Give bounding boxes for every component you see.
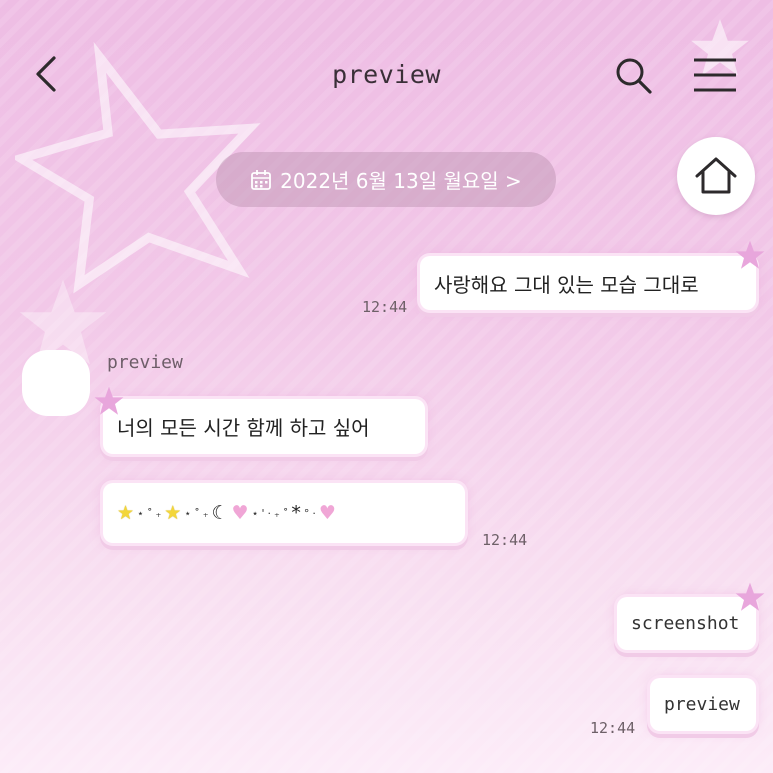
sparkle-icon: ˚: [194, 506, 200, 520]
sparkle-icon: ₊: [155, 506, 162, 520]
pink-heart-icon: ♥: [318, 502, 336, 524]
message-timestamp: 12:44: [590, 719, 636, 737]
sparkle-icon: ˚: [282, 506, 289, 520]
pink-heart-icon: ♥: [231, 502, 249, 524]
emoji-decoration: ★ ⋆ ˚ ₊ ★ ⋆ ˚ ₊ ☾ ♥ ⋆ ' · ₊ ˚ * ° · ♥: [117, 502, 336, 524]
pink-star-icon: [94, 386, 124, 415]
sparkle-icon: ⋆: [137, 506, 144, 520]
hamburger-menu-icon[interactable]: [692, 56, 738, 94]
home-icon: [695, 157, 737, 194]
sparkle-icon: ': [261, 506, 265, 520]
date-separator[interactable]: 2022년 6월 13일 월요일 >: [216, 152, 556, 207]
message-text: screenshot: [631, 613, 740, 634]
sparkle-icon: ₊: [202, 506, 209, 520]
date-label: 2022년 6월 13일 월요일 >: [280, 169, 522, 193]
pink-star-icon: [735, 582, 765, 611]
pink-star-icon: [735, 240, 765, 269]
message-timestamp: 12:44: [362, 298, 408, 316]
message-timestamp: 12:44: [482, 531, 528, 549]
sender-name: preview: [107, 352, 183, 373]
asterisk-icon: *: [291, 502, 301, 524]
calendar-icon: [251, 169, 272, 190]
message-bubble-incoming[interactable]: 너의 모든 시간 함께 하고 싶어: [103, 399, 425, 454]
sparkle-icon: ₊: [274, 506, 280, 520]
message-text: preview: [664, 694, 740, 715]
sparkle-icon: ⋆: [184, 506, 192, 520]
sparkle-icon: ·: [312, 506, 316, 520]
yellow-star-icon: ★: [117, 502, 135, 524]
yellow-star-icon: ★: [164, 502, 182, 524]
sparkle-icon: ·: [267, 506, 272, 520]
avatar[interactable]: [22, 350, 90, 416]
home-button[interactable]: [677, 137, 755, 215]
message-bubble-outgoing[interactable]: 사랑해요 그대 있는 모습 그대로: [420, 256, 756, 310]
sparkle-icon: °: [303, 506, 310, 520]
message-bubble-outgoing[interactable]: preview: [650, 678, 756, 731]
page-title: preview: [332, 60, 441, 89]
sparkle-icon: ⋆: [251, 506, 259, 520]
message-text: 사랑해요 그대 있는 모습 그대로: [434, 272, 699, 297]
moon-icon: ☾: [211, 502, 229, 524]
search-icon[interactable]: [612, 54, 654, 96]
sparkle-icon: ˚: [146, 506, 153, 520]
message-text: 너의 모든 시간 함께 하고 싶어: [117, 416, 370, 440]
message-bubble-incoming[interactable]: ★ ⋆ ˚ ₊ ★ ⋆ ˚ ₊ ☾ ♥ ⋆ ' · ₊ ˚ * ° · ♥: [103, 483, 465, 543]
